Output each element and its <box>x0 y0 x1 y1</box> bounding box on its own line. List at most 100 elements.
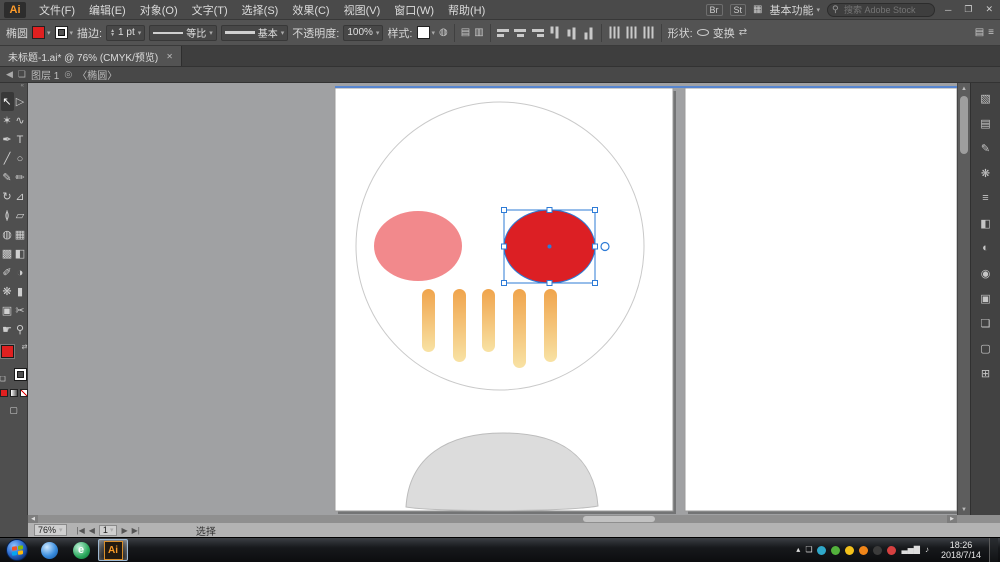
live-shape-icon[interactable] <box>696 29 709 36</box>
menu-window[interactable]: 窗口(W) <box>387 0 441 20</box>
horizontal-scroll-thumb[interactable] <box>583 516 656 522</box>
artboard-number-dropdown[interactable]: 1 ▾ <box>98 524 118 536</box>
align-hcenter-icon[interactable] <box>514 27 527 39</box>
color-panel-icon[interactable]: ▧ <box>976 89 996 107</box>
menu-file[interactable]: 文件(F) <box>32 0 82 20</box>
selection-tool[interactable]: ↖ <box>0 92 14 111</box>
next-artboard-icon[interactable]: ▶ <box>121 526 127 535</box>
type-tool[interactable]: T <box>14 130 27 149</box>
tray-app-green-icon[interactable] <box>831 545 841 555</box>
perspective-grid-tool[interactable]: ▦ <box>14 225 27 244</box>
tray-app-red-icon[interactable] <box>887 545 897 555</box>
swatches-panel-icon[interactable]: ▤ <box>976 114 996 132</box>
restore-button[interactable]: ❐ <box>961 4 975 15</box>
menu-edit[interactable]: 编辑(E) <box>82 0 133 20</box>
stepper-icon[interactable]: ▲ ▼ <box>110 28 115 37</box>
left-eye-shape[interactable] <box>374 211 462 281</box>
network-icon[interactable]: ▃▅▇ <box>901 546 919 554</box>
stroke-panel-icon[interactable]: ≡ <box>976 189 996 207</box>
previous-artboard-icon[interactable]: ◀ <box>89 526 95 535</box>
gradient-mode-button[interactable] <box>9 389 18 397</box>
scroll-left-icon[interactable]: ◀ <box>28 515 38 523</box>
artboard-tool[interactable]: ▣ <box>1 301 14 320</box>
stock-button[interactable]: St <box>729 3 747 16</box>
tooth-shape[interactable] <box>513 289 526 368</box>
transparency-panel-icon[interactable]: ◐ <box>976 239 996 257</box>
column-graph-tool[interactable]: ▮ <box>14 282 27 301</box>
align-vcenter-icon[interactable] <box>565 26 577 39</box>
preferences-icon[interactable]: ▥ <box>474 27 483 38</box>
tray-app-teal-icon[interactable] <box>817 545 827 555</box>
hidden-icons-button[interactable]: ▴ <box>796 546 800 554</box>
selection-handle[interactable] <box>501 243 507 250</box>
arrange-documents-icon[interactable]: ▦ <box>753 4 762 15</box>
brushes-panel-icon[interactable]: ✎ <box>976 139 996 157</box>
align-bottom-icon[interactable] <box>582 26 594 39</box>
stroke-color-indicator[interactable] <box>13 368 27 381</box>
brush-definition-dropdown[interactable]: 基本 ▾ <box>220 24 289 41</box>
shape-builder-tool[interactable]: ◍ <box>1 225 14 244</box>
menu-help[interactable]: 帮助(H) <box>441 0 492 20</box>
minimize-button[interactable]: ─ <box>942 5 954 15</box>
breadcrumb-layer[interactable]: 图层 1 <box>31 67 59 82</box>
search-input[interactable] <box>826 2 935 17</box>
paintbrush-tool[interactable]: ✎ <box>1 168 14 187</box>
selection-side-widget[interactable] <box>600 241 610 252</box>
scale-tool[interactable]: ⊿ <box>14 187 27 206</box>
horizontal-scrollbar[interactable]: ◀ ▶ <box>0 515 1000 523</box>
tooth-shape[interactable] <box>482 289 495 352</box>
tray-app-orange-icon[interactable] <box>859 545 869 555</box>
document-tab[interactable]: 未标题-1.ai* @ 76% (CMYK/预览) ✕ <box>0 46 182 66</box>
first-artboard-icon[interactable]: |◀ <box>77 526 85 535</box>
volume-icon[interactable]: ♪ <box>925 546 929 554</box>
none-mode-button[interactable] <box>19 389 28 397</box>
menu-effect[interactable]: 效果(C) <box>285 0 336 20</box>
align-top-icon[interactable] <box>548 26 560 39</box>
vertical-scroll-thumb[interactable] <box>960 96 968 154</box>
distribute-vcenter-icon[interactable] <box>625 26 637 39</box>
menu-view[interactable]: 视图(V) <box>337 0 388 20</box>
pen-tool[interactable]: ✒ <box>1 130 14 149</box>
selection-handle[interactable] <box>592 243 598 250</box>
align-right-icon[interactable] <box>531 27 544 39</box>
opacity-field[interactable]: 100% ▾ <box>343 24 384 41</box>
bridge-button[interactable]: Br <box>705 3 723 16</box>
swap-fill-stroke-icon[interactable]: ⇄ <box>22 343 28 351</box>
transform-button[interactable]: 变换 <box>713 25 735 41</box>
menu-select[interactable]: 选择(S) <box>235 0 286 20</box>
slice-tool[interactable]: ✂ <box>14 301 27 320</box>
tooth-shape[interactable] <box>453 289 466 362</box>
vertical-scrollbar[interactable]: ▲ ▼ <box>957 83 970 515</box>
tray-app-black-icon[interactable] <box>873 545 883 555</box>
tooth-shape[interactable] <box>544 289 557 362</box>
direct-selection-tool[interactable]: ▷ <box>14 92 27 111</box>
taskbar-clock[interactable]: 18:26 2018/7/14 <box>935 540 987 561</box>
gradient-panel-icon[interactable]: ◧ <box>976 214 996 232</box>
document-setup-icon[interactable]: ▤ <box>461 27 470 38</box>
back-arrow-icon[interactable]: ◀ <box>6 69 13 80</box>
graphic-styles-panel-icon[interactable]: ▣ <box>976 289 996 307</box>
taskbar-ie-button[interactable]: e <box>66 539 96 561</box>
stepper-down-icon[interactable]: ▼ <box>110 32 115 37</box>
hand-tool[interactable]: ☛ <box>1 320 14 339</box>
taskbar-illustrator-button[interactable]: Ai <box>98 539 128 561</box>
display-tray-icon[interactable]: ❏ <box>805 546 812 554</box>
selection-handle[interactable] <box>501 207 507 213</box>
gradient-tool[interactable]: ◧ <box>14 244 27 263</box>
magic-wand-tool[interactable]: ✶ <box>1 111 14 130</box>
free-transform-tool[interactable]: ▱ <box>14 206 27 225</box>
color-mode-button[interactable] <box>0 389 8 397</box>
zoom-dropdown[interactable]: 76% ▾ <box>34 524 67 536</box>
stroke-color-button[interactable]: ▾ <box>54 26 73 39</box>
selection-handle[interactable] <box>546 280 553 286</box>
stroke-weight-field[interactable]: ▲ ▼ 1 pt ▾ <box>106 24 146 41</box>
default-fill-stroke-icon[interactable]: ❏ <box>0 375 6 383</box>
toolbar-collapse-icon[interactable]: « <box>21 83 27 92</box>
fill-color-indicator[interactable] <box>0 345 14 358</box>
menu-type[interactable]: 文字(T) <box>185 0 235 20</box>
screen-mode-icon[interactable]: ▢ <box>9 405 18 416</box>
workspace-switcher[interactable]: 基本功能 ▾ <box>769 2 820 18</box>
canvas-area[interactable] <box>28 83 957 515</box>
last-artboard-icon[interactable]: ▶| <box>132 526 140 535</box>
panel-stack-icon[interactable]: ▤ <box>975 27 984 38</box>
